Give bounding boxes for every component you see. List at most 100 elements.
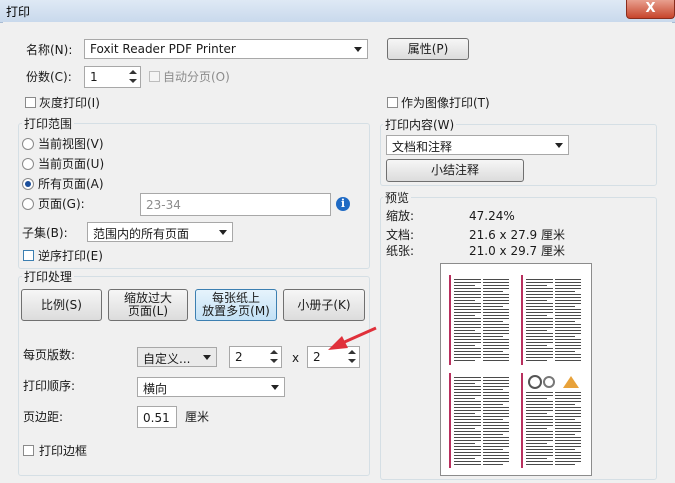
text-line — [554, 309, 581, 310]
printer-select[interactable]: Foxit Reader PDF Printer — [84, 39, 368, 59]
text-line — [482, 315, 509, 316]
text-line — [482, 446, 509, 447]
print-content-select[interactable]: 文档和注释 — [386, 135, 569, 155]
reverse-checkbox[interactable] — [23, 250, 34, 261]
text-line — [482, 386, 509, 387]
margin-unit: 厘米 — [185, 410, 210, 424]
text-line — [554, 428, 581, 429]
text-line — [454, 404, 481, 405]
text-line — [454, 291, 481, 292]
pages-per-sheet-value: 自定义... — [143, 352, 191, 366]
copies-stepper[interactable]: 1 — [84, 66, 141, 88]
text-line — [554, 279, 581, 280]
text-line — [482, 282, 509, 283]
chevron-down-icon — [354, 47, 362, 52]
text-line — [482, 449, 503, 450]
text-line — [482, 354, 509, 355]
stepper-down-icon[interactable] — [346, 357, 358, 366]
text-line — [526, 449, 553, 450]
text-line — [454, 419, 481, 420]
text-line — [554, 324, 581, 325]
text-line — [554, 354, 581, 355]
grayscale-checkbox[interactable] — [25, 97, 36, 108]
text-line — [526, 416, 553, 417]
text-line — [454, 288, 481, 289]
current-view-label: 当前视图(V) — [38, 137, 104, 151]
stepper-up-icon[interactable] — [127, 68, 139, 77]
annotation-arrow-icon — [328, 326, 377, 350]
pages-per-sheet-select[interactable]: 自定义... — [137, 347, 217, 367]
collate-checkbox[interactable] — [149, 71, 160, 82]
text-line — [482, 398, 509, 399]
text-line — [454, 282, 481, 283]
text-line — [526, 321, 553, 322]
zoom-label: 缩放: — [386, 209, 415, 223]
preview-thumbnail-1 — [449, 275, 512, 365]
text-line — [482, 461, 509, 462]
text-line — [526, 455, 553, 456]
text-line — [454, 440, 481, 441]
stepper-down-icon[interactable] — [268, 357, 280, 366]
text-line — [526, 395, 553, 396]
text-line — [454, 303, 481, 304]
booklet-button[interactable]: 小册子(K) — [283, 289, 365, 321]
text-line — [482, 333, 509, 334]
text-line — [482, 300, 509, 301]
text-line — [482, 306, 503, 307]
printer-name-label: 名称(N): — [26, 43, 73, 57]
properties-button[interactable]: 属性(P) — [387, 38, 469, 60]
preview-thumbnail-2 — [521, 275, 584, 365]
pages-input[interactable]: 23-34 — [140, 193, 331, 216]
margin-input[interactable]: 0.51 — [137, 406, 177, 428]
text-line — [526, 354, 553, 355]
text-line — [454, 395, 481, 396]
print-border-checkbox[interactable] — [23, 445, 34, 456]
text-line — [482, 327, 509, 328]
scale-button[interactable]: 比例(S) — [21, 289, 102, 321]
text-line — [454, 386, 481, 387]
close-button[interactable]: X — [626, 0, 675, 19]
print-order-label: 打印顺序: — [23, 379, 76, 393]
text-line — [454, 279, 481, 280]
text-line — [554, 419, 575, 420]
multiple-pages-button[interactable]: 每张纸上 放置多页(M) — [195, 289, 277, 321]
summarize-comments-button[interactable]: 小结注释 — [386, 159, 524, 182]
text-line — [554, 306, 575, 307]
text-line — [526, 425, 553, 426]
text-line — [526, 312, 553, 313]
text-line — [482, 425, 509, 426]
radio-current-page[interactable] — [22, 158, 34, 170]
radio-all-pages[interactable] — [22, 178, 34, 190]
text-line — [482, 392, 509, 393]
text-line — [554, 431, 581, 432]
radio-pages[interactable] — [22, 198, 34, 210]
text-line — [482, 437, 509, 438]
text-line — [526, 431, 553, 432]
text-line — [482, 407, 509, 408]
print-content-value: 文档和注释 — [392, 140, 453, 154]
text-line — [454, 443, 475, 444]
stepper-up-icon[interactable] — [268, 348, 280, 357]
radio-current-view[interactable] — [22, 138, 34, 150]
text-line — [482, 416, 509, 417]
subset-label: 子集(B): — [22, 226, 68, 240]
text-line — [526, 357, 553, 358]
text-line — [454, 458, 475, 459]
text-line — [482, 413, 509, 414]
text-line — [526, 306, 553, 307]
info-icon[interactable]: i — [336, 197, 350, 211]
text-line — [554, 404, 575, 405]
text-line — [554, 443, 581, 444]
text-line — [482, 410, 509, 411]
print-order-select[interactable]: 横向 — [137, 377, 285, 397]
subset-select[interactable]: 范围内的所有页面 — [87, 222, 233, 242]
text-line — [526, 410, 553, 411]
print-as-image-checkbox[interactable] — [387, 97, 398, 108]
text-line — [526, 282, 553, 283]
shrink-oversized-button[interactable]: 缩放过大 页面(L) — [108, 289, 188, 321]
text-line — [482, 452, 509, 453]
columns-stepper[interactable]: 2 — [229, 346, 282, 368]
text-line — [526, 324, 553, 325]
stepper-down-icon[interactable] — [127, 77, 139, 86]
text-line — [454, 312, 481, 313]
